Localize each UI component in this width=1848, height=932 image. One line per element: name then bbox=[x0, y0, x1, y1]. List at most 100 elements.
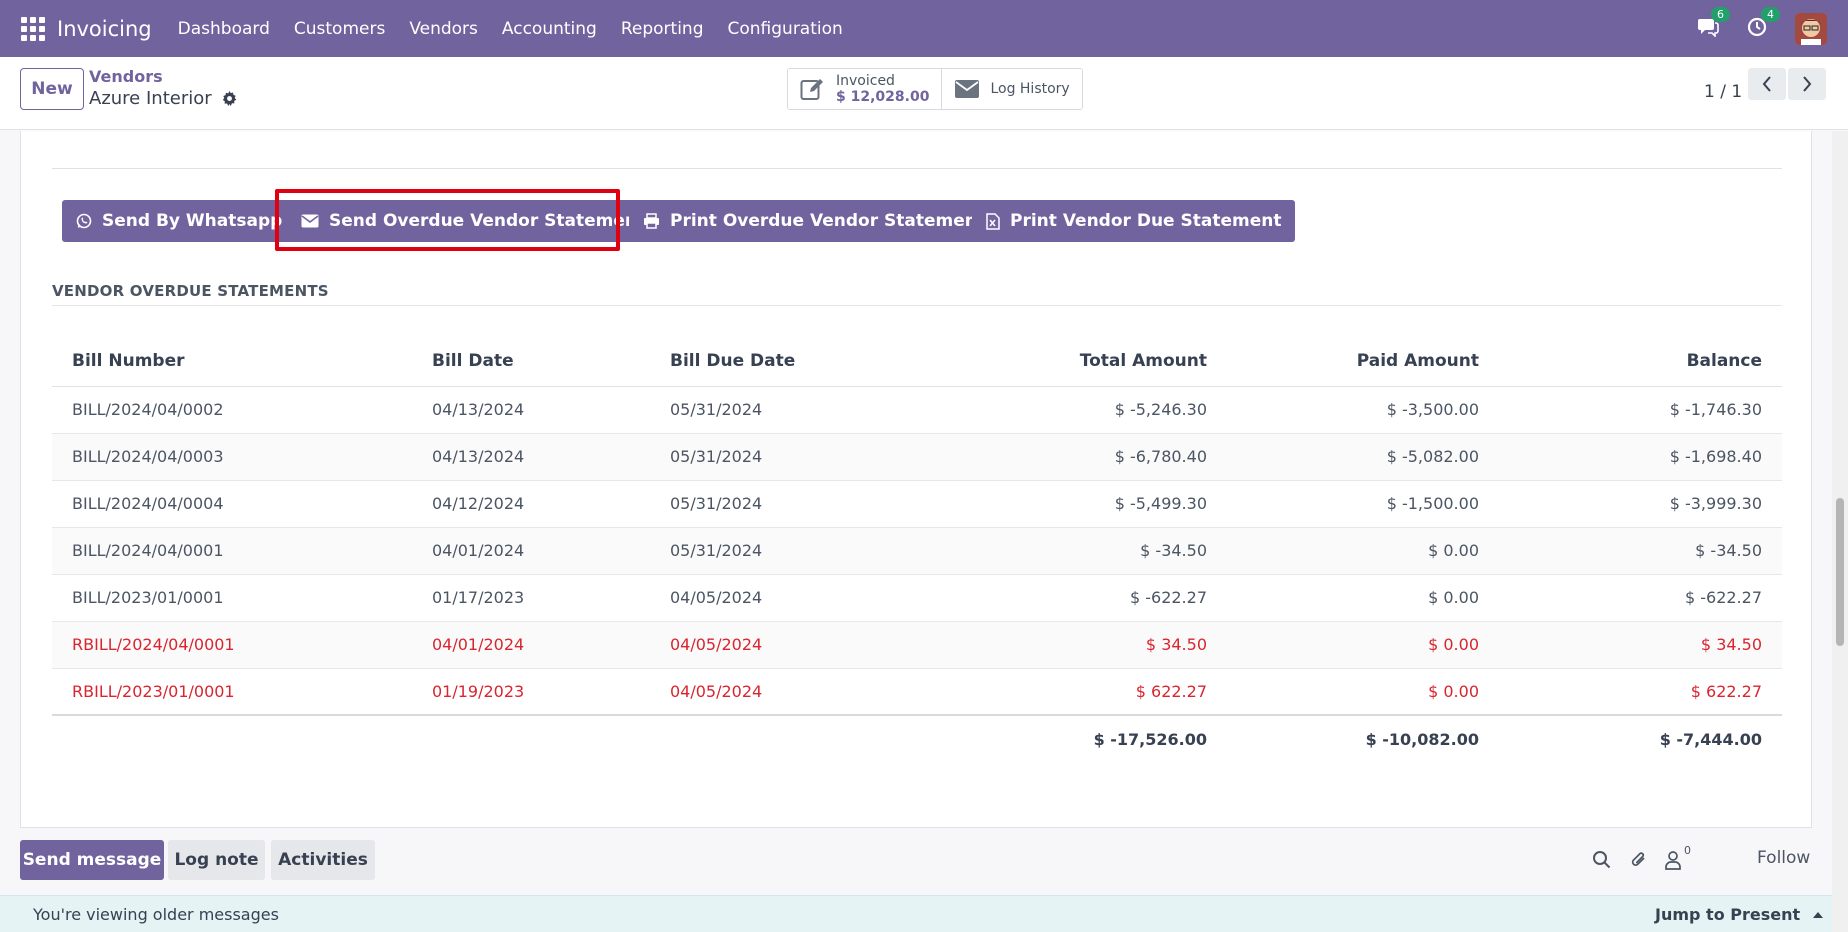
bill-number: RBILL/2023/01/0001 bbox=[52, 668, 432, 716]
bill-due-date: 04/05/2024 bbox=[670, 574, 920, 622]
invoiced-label: Invoiced bbox=[836, 73, 895, 89]
column-balance[interactable]: Balance bbox=[1499, 336, 1782, 387]
form-sheet: Send By Whatsapp Send Overdue Vendor Sta… bbox=[20, 131, 1812, 828]
totals-empty bbox=[432, 714, 670, 762]
bill-due-date: 05/31/2024 bbox=[670, 527, 920, 575]
bill-due-date: 05/31/2024 bbox=[670, 386, 920, 434]
control-panel: New Vendors Azure Interior Invoiced $ 12… bbox=[0, 57, 1848, 130]
column-paid-amount[interactable]: Paid Amount bbox=[1227, 336, 1499, 387]
top-navbar: Invoicing Dashboard Customers Vendors Ac… bbox=[0, 0, 1848, 57]
jump-to-present-link[interactable]: Jump to Present bbox=[1655, 905, 1824, 924]
total-amount: $ 34.50 bbox=[920, 621, 1227, 669]
followers-count: 0 bbox=[1684, 844, 1691, 857]
bill-number: RBILL/2024/04/0001 bbox=[52, 621, 432, 669]
pager-next-button[interactable] bbox=[1788, 68, 1826, 100]
total-amount: $ -5,246.30 bbox=[920, 386, 1227, 434]
breadcrumb-current: Azure Interior bbox=[89, 88, 237, 109]
apps-menu-icon[interactable] bbox=[21, 16, 45, 41]
balance: $ -1,698.40 bbox=[1499, 433, 1782, 481]
record-name: Azure Interior bbox=[89, 88, 212, 109]
paid-amount-sum: $ -10,082.00 bbox=[1227, 714, 1499, 762]
column-bill-date[interactable]: Bill Date bbox=[432, 336, 670, 387]
menu-vendors[interactable]: Vendors bbox=[397, 19, 490, 39]
send-message-button[interactable]: Send message bbox=[20, 840, 164, 880]
highlight-annotation bbox=[275, 189, 620, 251]
paid-amount: $ 0.00 bbox=[1227, 574, 1499, 622]
bill-number: BILL/2024/04/0004 bbox=[52, 480, 432, 528]
balance-sum: $ -7,444.00 bbox=[1499, 714, 1782, 762]
app-name[interactable]: Invoicing bbox=[57, 17, 152, 41]
total-amount: $ -6,780.40 bbox=[920, 433, 1227, 481]
table-row[interactable]: RBILL/2023/01/0001 01/19/2023 04/05/2024… bbox=[52, 668, 1782, 716]
chevron-left-icon bbox=[1762, 76, 1771, 92]
balance: $ -622.27 bbox=[1499, 574, 1782, 622]
section-divider bbox=[52, 305, 1782, 306]
send-by-whatsapp-button[interactable]: Send By Whatsapp bbox=[62, 200, 297, 242]
bill-due-date: 05/31/2024 bbox=[670, 480, 920, 528]
paid-amount: $ -5,082.00 bbox=[1227, 433, 1499, 481]
print-overdue-vendor-statement-label: Print Overdue Vendor Statement bbox=[670, 211, 985, 231]
bill-date: 04/01/2024 bbox=[432, 527, 670, 575]
print-overdue-vendor-statement-button[interactable]: Print Overdue Vendor Statement bbox=[629, 200, 999, 242]
bill-date: 01/19/2023 bbox=[432, 668, 670, 716]
balance: $ 34.50 bbox=[1499, 621, 1782, 669]
table-row[interactable]: BILL/2024/04/0002 04/13/2024 05/31/2024 … bbox=[52, 386, 1782, 434]
jump-to-present-label: Jump to Present bbox=[1655, 905, 1801, 924]
bill-number: BILL/2023/01/0001 bbox=[52, 574, 432, 622]
paid-amount: $ -3,500.00 bbox=[1227, 386, 1499, 434]
search-icon[interactable] bbox=[1592, 850, 1611, 873]
pager-previous-button[interactable] bbox=[1748, 68, 1786, 100]
pager-value[interactable]: 1 / 1 bbox=[1704, 82, 1742, 102]
activities-clock-icon[interactable]: 4 bbox=[1747, 6, 1780, 41]
balance: $ -34.50 bbox=[1499, 527, 1782, 575]
table-row[interactable]: BILL/2023/01/0001 01/17/2023 04/05/2024 … bbox=[52, 574, 1782, 622]
section-title: VENDOR OVERDUE STATEMENTS bbox=[52, 282, 329, 300]
bill-date: 01/17/2023 bbox=[432, 574, 670, 622]
gear-icon[interactable] bbox=[222, 91, 237, 106]
excel-file-icon bbox=[986, 212, 1000, 230]
totals-row: $ -17,526.00 $ -10,082.00 $ -7,444.00 bbox=[52, 714, 1782, 762]
table-row[interactable]: BILL/2024/04/0003 04/13/2024 05/31/2024 … bbox=[52, 433, 1782, 481]
menu-customers[interactable]: Customers bbox=[282, 19, 397, 39]
table-row[interactable]: BILL/2024/04/0001 04/01/2024 05/31/2024 … bbox=[52, 527, 1782, 575]
bill-number: BILL/2024/04/0002 bbox=[52, 386, 432, 434]
user-avatar[interactable] bbox=[1795, 12, 1827, 45]
whatsapp-icon bbox=[76, 213, 92, 229]
scrollbar-thumb[interactable] bbox=[1836, 498, 1844, 646]
table-row[interactable]: RBILL/2024/04/0001 04/01/2024 04/05/2024… bbox=[52, 621, 1782, 669]
messages-icon[interactable]: 6 bbox=[1697, 6, 1730, 41]
paperclip-icon[interactable] bbox=[1629, 850, 1649, 874]
total-amount: $ -34.50 bbox=[920, 527, 1227, 575]
totals-empty bbox=[52, 714, 432, 762]
total-amount: $ -622.27 bbox=[920, 574, 1227, 622]
menu-reporting[interactable]: Reporting bbox=[609, 19, 716, 39]
activities-badge: 4 bbox=[1761, 6, 1780, 22]
envelope-icon bbox=[955, 80, 980, 98]
invoiced-value: $ 12,028.00 bbox=[836, 89, 930, 105]
total-amount-sum: $ -17,526.00 bbox=[920, 714, 1227, 762]
breadcrumb-vendors[interactable]: Vendors bbox=[89, 67, 163, 86]
column-bill-number[interactable]: Bill Number bbox=[52, 336, 432, 387]
caret-up-icon bbox=[1812, 912, 1823, 918]
paid-amount: $ 0.00 bbox=[1227, 621, 1499, 669]
log-history-smart-button[interactable]: Log History bbox=[941, 69, 1082, 109]
older-messages-banner: You're viewing older messages Jump to Pr… bbox=[0, 895, 1848, 932]
older-messages-text: You're viewing older messages bbox=[33, 905, 279, 924]
followers-icon[interactable]: 0 bbox=[1664, 844, 1691, 874]
menu-configuration[interactable]: Configuration bbox=[716, 19, 855, 39]
smart-buttons: Invoiced $ 12,028.00 Log History bbox=[787, 68, 1083, 110]
invoiced-smart-button[interactable]: Invoiced $ 12,028.00 bbox=[788, 69, 942, 109]
log-note-button[interactable]: Log note bbox=[168, 840, 265, 880]
activities-button[interactable]: Activities bbox=[271, 840, 375, 880]
column-total-amount[interactable]: Total Amount bbox=[920, 336, 1227, 387]
table-row[interactable]: BILL/2024/04/0004 04/12/2024 05/31/2024 … bbox=[52, 480, 1782, 528]
print-vendor-due-statement-button[interactable]: Print Vendor Due Statement bbox=[972, 200, 1296, 242]
new-button[interactable]: New bbox=[20, 68, 84, 110]
menu-dashboard[interactable]: Dashboard bbox=[166, 19, 282, 39]
messages-badge: 6 bbox=[1711, 6, 1730, 22]
menu-accounting[interactable]: Accounting bbox=[490, 19, 609, 39]
follow-button[interactable]: Follow bbox=[1757, 848, 1810, 868]
balance: $ 622.27 bbox=[1499, 668, 1782, 716]
column-bill-due-date[interactable]: Bill Due Date bbox=[670, 336, 920, 387]
bill-number: BILL/2024/04/0001 bbox=[52, 527, 432, 575]
